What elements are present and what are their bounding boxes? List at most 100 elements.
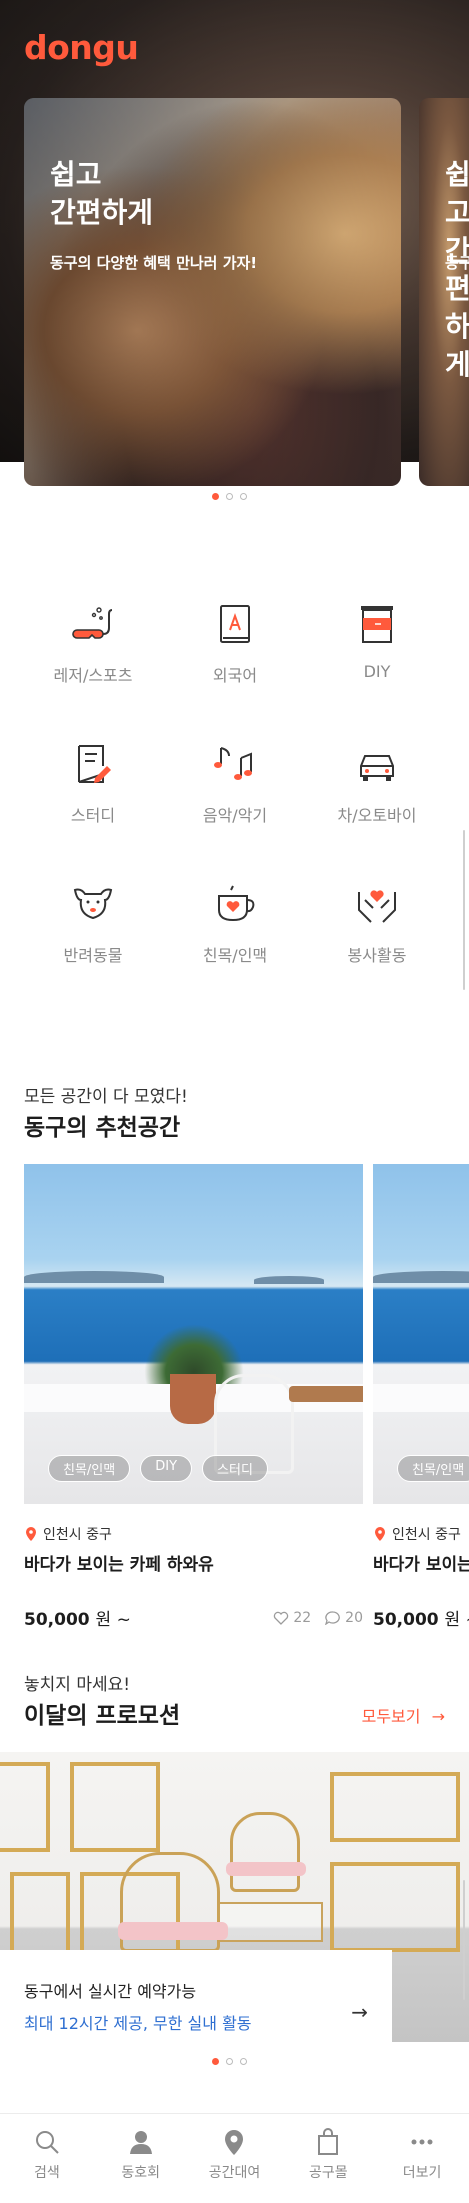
category-music[interactable]: 음악/악기 — [164, 740, 306, 880]
space-location: 인천시 중구 — [24, 1524, 363, 1544]
tag-chip[interactable]: DIY — [140, 1455, 193, 1482]
category-label: 스터디 — [70, 806, 116, 825]
tag-chip[interactable]: 스터디 — [202, 1455, 268, 1482]
hero-subtitle: 동구의 다양한 혜택 만나러 가자! — [50, 254, 258, 272]
tag-list: 친목/인맥 — [397, 1455, 469, 1482]
nav-label: 검색 — [34, 2165, 60, 2181]
location-text: 인천시 중구 — [43, 1527, 112, 1543]
location-pin-icon — [375, 1527, 385, 1541]
category-study[interactable]: 스터디 — [22, 740, 164, 880]
promotion-caption[interactable]: 동구에서 실시간 예약가능 최대 12시간 제공, 무한 실내 활동 → — [0, 1950, 392, 2070]
price-unit: 원 ~ — [444, 1610, 469, 1630]
category-label: 반려동물 — [63, 946, 123, 965]
category-label: 레저/스포츠 — [53, 666, 133, 685]
space-image: 친목/인맥 — [373, 1164, 469, 1504]
space-location: 인천시 중구 — [373, 1524, 469, 1544]
recommend-subtitle: 모든 공간이 다 모였다! — [24, 1087, 188, 1107]
hands-heart-icon — [358, 890, 396, 923]
category-grid: 레저/스포츠 외국어 DIY 스터디 음악/악기 차/오토바이 반려동물 친목/… — [22, 600, 448, 1020]
comment-count[interactable]: 20 — [325, 1610, 363, 1626]
like-value: 22 — [293, 1609, 312, 1626]
comment-value: 20 — [345, 1609, 363, 1626]
shopping-bag-icon — [318, 2128, 339, 2155]
nav-more[interactable]: 더보기 — [382, 2128, 462, 2203]
car-icon — [360, 755, 394, 781]
hero-subtitle-next: 동구의 다양한 혜택 만나러 가자! — [445, 254, 469, 272]
scrollbar[interactable] — [463, 1880, 465, 2000]
tag-chip[interactable]: 친목/인맥 — [48, 1455, 131, 1482]
see-all-label: 모두보기 — [361, 1707, 421, 1726]
notepad-pencil-icon — [78, 745, 111, 783]
category-label: DIY — [363, 662, 391, 681]
arrow-right-icon: → — [431, 1707, 445, 1726]
person-icon — [129, 2131, 152, 2154]
category-leisure-sports[interactable]: 레저/스포츠 — [22, 600, 164, 740]
category-label: 친목/인맥 — [202, 946, 268, 965]
recommend-title: 동구의 추천공간 — [24, 1115, 181, 1141]
nav-label: 공간대여 — [208, 2165, 261, 2181]
app-logo[interactable]: dongu — [24, 28, 139, 67]
pagination-dot[interactable] — [240, 493, 247, 500]
dog-icon — [73, 888, 113, 920]
bottom-navigation: 검색 동호회 공간대여 공구몰 더보기 — [0, 2113, 469, 2203]
category-label: 봉사활동 — [347, 946, 407, 965]
tag-chip[interactable]: 친목/인맥 — [397, 1455, 469, 1482]
category-social[interactable]: 친목/인맥 — [164, 880, 306, 1020]
comment-icon — [325, 1610, 341, 1625]
space-price: 50,000 원 ~ — [24, 1605, 131, 1630]
hero-pagination — [212, 493, 247, 500]
nav-space-rental[interactable]: 공간대여 — [194, 2128, 274, 2203]
more-dots-icon — [411, 2139, 433, 2145]
price-value: 50,000 — [373, 1610, 439, 1630]
nav-label: 더보기 — [402, 2165, 442, 2181]
location-pin-icon — [26, 1527, 36, 1541]
promotion-pagination — [212, 2058, 247, 2065]
book-icon — [220, 605, 250, 643]
promotion-title: 이달의 프로모션 — [24, 1703, 181, 1729]
location-pin-icon — [225, 2130, 244, 2155]
promotion-subtitle: 놓치지 마세요! — [24, 1675, 131, 1695]
nav-label: 동호회 — [121, 2165, 160, 2181]
music-notes-icon — [214, 747, 252, 780]
category-pets[interactable]: 반려동물 — [22, 880, 164, 1020]
like-count[interactable]: 22 — [273, 1610, 311, 1626]
price-unit: 원 ~ — [95, 1610, 131, 1630]
nav-club[interactable]: 동호회 — [101, 2128, 181, 2203]
hero-title: 쉽고 간편하게 — [50, 158, 154, 229]
space-name: 바다가 보이는 — [373, 1555, 469, 1575]
category-diy[interactable]: DIY — [306, 600, 448, 740]
price-value: 50,000 — [24, 1610, 90, 1630]
nav-label: 공구몰 — [308, 2165, 348, 2181]
tag-list: 친목/인맥 DIY 스터디 — [48, 1455, 268, 1482]
snorkel-icon — [72, 607, 113, 639]
space-name: 바다가 보이는 카페 하와유 — [24, 1555, 214, 1575]
space-image: 친목/인맥 DIY 스터디 — [24, 1164, 363, 1504]
nav-search[interactable]: 검색 — [7, 2128, 87, 2203]
search-icon — [35, 2131, 59, 2154]
nav-tool-mall[interactable]: 공구몰 — [288, 2128, 368, 2203]
category-label: 외국어 — [212, 666, 258, 685]
category-car-motorbike[interactable]: 차/오토바이 — [306, 740, 448, 880]
hero-banner-card-next[interactable]: 쉽고 간편하게 동구의 다양한 혜택 만나러 가자! — [419, 98, 469, 486]
hero-banner-card[interactable]: 쉽고 간편하게 동구의 다양한 혜택 만나러 가자! — [24, 98, 401, 486]
space-card[interactable]: 친목/인맥 DIY 스터디 인천시 중구 바다가 보이는 카페 하와유 50,0… — [24, 1164, 363, 1630]
pagination-dot[interactable] — [226, 493, 233, 500]
category-language[interactable]: 외국어 — [164, 600, 306, 740]
heart-icon — [274, 1611, 289, 1625]
paint-can-icon — [361, 606, 393, 643]
promotion-line2: 최대 12시간 제공, 무한 실내 활동 — [24, 2014, 252, 2033]
scrollbar[interactable] — [463, 830, 465, 990]
cup-heart-icon — [218, 885, 255, 922]
category-label: 차/오토바이 — [337, 806, 417, 825]
pagination-dot[interactable] — [240, 2058, 247, 2065]
pagination-dot[interactable] — [226, 2058, 233, 2065]
see-all-link[interactable]: 모두보기 → — [362, 1703, 445, 1727]
arrow-right-icon[interactable]: → — [351, 2000, 368, 2024]
category-label: 음악/악기 — [202, 806, 268, 825]
location-text: 인천시 중구 — [392, 1527, 461, 1543]
pagination-dot[interactable] — [212, 493, 219, 500]
space-card[interactable]: 친목/인맥 인천시 중구 바다가 보이는 50,000 원 ~ — [373, 1164, 469, 1630]
pagination-dot[interactable] — [212, 2058, 219, 2065]
space-price: 50,000 원 ~ — [373, 1605, 469, 1630]
category-volunteer[interactable]: 봉사활동 — [306, 880, 448, 1020]
